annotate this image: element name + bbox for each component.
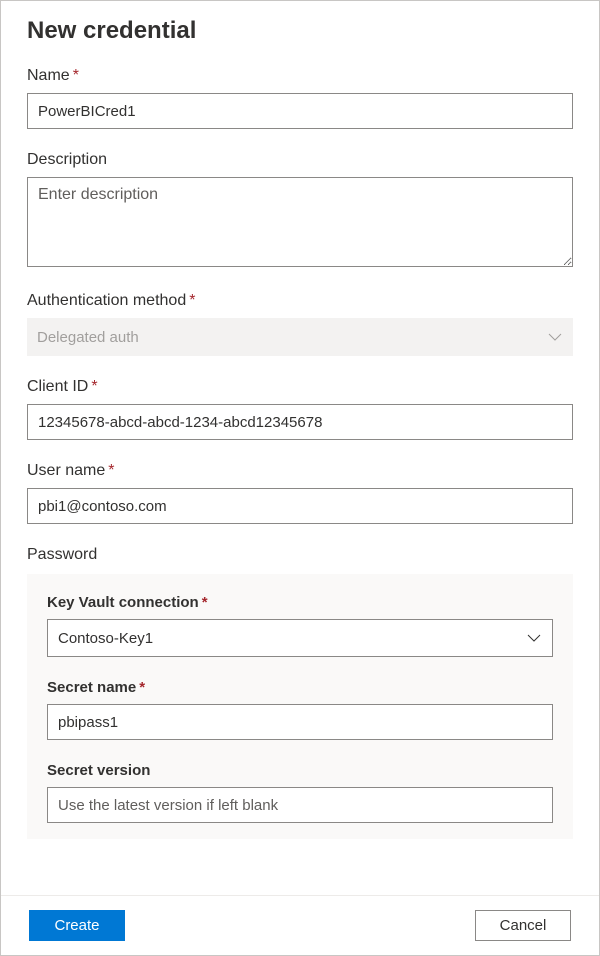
user-name-group: User name* [27, 462, 573, 524]
password-section-label: Password [27, 546, 573, 564]
client-id-input[interactable] [27, 404, 573, 440]
secret-version-label: Secret version [47, 762, 553, 779]
key-vault-select[interactable]: Contoso-Key1 [47, 619, 553, 657]
name-label-text: Name [27, 67, 70, 84]
create-button[interactable]: Create [29, 910, 125, 941]
key-vault-value: Contoso-Key1 [58, 630, 153, 647]
key-vault-group: Key Vault connection* Contoso-Key1 [47, 594, 553, 657]
secret-name-input[interactable] [47, 704, 553, 740]
required-marker: * [91, 378, 97, 395]
name-label: Name* [27, 67, 573, 85]
auth-method-label-text: Authentication method [27, 292, 186, 309]
password-section: Key Vault connection* Contoso-Key1 Secre… [27, 574, 573, 839]
required-marker: * [189, 292, 195, 309]
required-marker: * [108, 462, 114, 479]
name-input[interactable] [27, 93, 573, 129]
client-id-label: Client ID* [27, 378, 573, 396]
required-marker: * [202, 594, 208, 611]
chevron-down-icon [526, 630, 542, 646]
client-id-group: Client ID* [27, 378, 573, 440]
key-vault-label: Key Vault connection* [47, 594, 553, 611]
auth-method-value: Delegated auth [37, 329, 139, 346]
auth-method-select: Delegated auth [27, 318, 573, 356]
secret-version-input[interactable] [47, 787, 553, 823]
key-vault-label-text: Key Vault connection [47, 594, 199, 611]
description-label: Description [27, 151, 573, 169]
new-credential-panel: New credential Name* Description Authent… [0, 0, 600, 956]
user-name-input[interactable] [27, 488, 573, 524]
description-input[interactable] [27, 177, 573, 267]
auth-method-label: Authentication method* [27, 292, 573, 310]
user-name-label-text: User name [27, 462, 105, 479]
client-id-label-text: Client ID [27, 378, 88, 395]
form-content: New credential Name* Description Authent… [1, 1, 599, 895]
description-group: Description [27, 151, 573, 270]
page-title: New credential [27, 17, 573, 45]
secret-name-label-text: Secret name [47, 679, 136, 696]
user-name-label: User name* [27, 462, 573, 480]
panel-footer: Create Cancel [1, 895, 599, 955]
name-group: Name* [27, 67, 573, 129]
secret-version-group: Secret version [47, 762, 553, 823]
required-marker: * [139, 679, 145, 696]
cancel-button[interactable]: Cancel [475, 910, 571, 941]
secret-name-label: Secret name* [47, 679, 553, 696]
chevron-down-icon [547, 329, 563, 345]
required-marker: * [73, 67, 79, 84]
auth-method-group: Authentication method* Delegated auth [27, 292, 573, 356]
secret-name-group: Secret name* [47, 679, 553, 740]
